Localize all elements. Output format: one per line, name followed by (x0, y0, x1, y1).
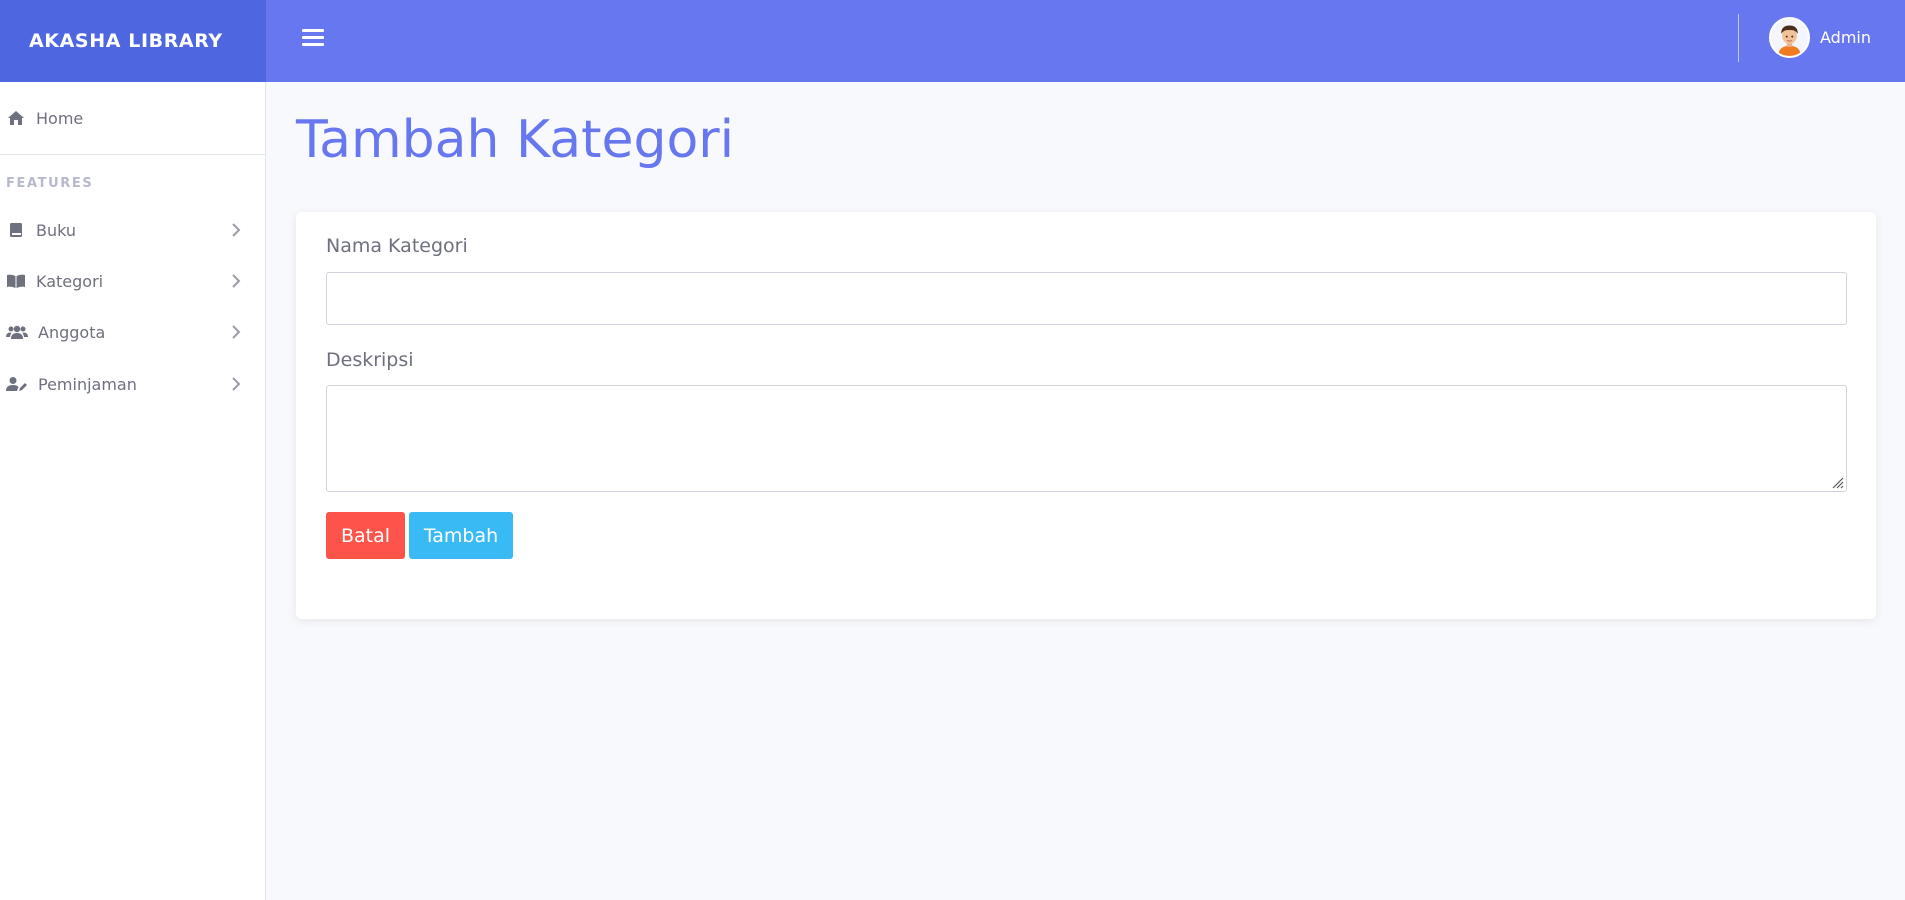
nama-kategori-label: Nama Kategori (326, 235, 468, 257)
sidebar-item-home[interactable]: Home (0, 98, 266, 138)
sidebar-item-peminjaman[interactable]: Peminjaman (0, 364, 266, 404)
sidebar-section-heading: FEATURES (6, 176, 94, 191)
nama-kategori-input[interactable] (326, 272, 1847, 325)
deskripsi-textarea[interactable] (326, 385, 1847, 492)
sidebar-item-label: Peminjaman (38, 374, 137, 394)
user-avatar-icon (1771, 18, 1808, 56)
navbar-divider (1738, 14, 1739, 62)
sidebar: Home FEATURES Buku Kategori Anggota Pemi… (0, 82, 266, 900)
avatar (1769, 16, 1810, 58)
sidebar-item-label: Buku (36, 220, 77, 240)
chevron-right-icon (232, 274, 241, 288)
chevron-right-icon (232, 325, 241, 339)
home-icon (6, 109, 26, 127)
sidebar-item-label: Home (36, 108, 84, 128)
chevron-right-icon (232, 223, 241, 237)
sidebar-item-label: Kategori (36, 271, 104, 291)
submit-button[interactable]: Tambah (409, 512, 513, 559)
sidebar-item-anggota[interactable]: Anggota (0, 312, 266, 352)
user-name: Admin (1820, 27, 1871, 47)
resize-handle-icon[interactable] (1830, 475, 1844, 489)
brand-name: AKASHA LIBRARY (29, 30, 223, 52)
cancel-button[interactable]: Batal (326, 512, 405, 559)
sidebar-divider (0, 154, 266, 155)
sidebar-item-label: Anggota (38, 322, 106, 342)
deskripsi-label: Deskripsi (326, 349, 414, 371)
users-icon (6, 323, 28, 341)
sidebar-item-buku[interactable]: Buku (0, 210, 266, 250)
user-edit-icon (6, 375, 28, 393)
book-icon (6, 221, 26, 239)
open-book-icon (6, 272, 26, 290)
top-navbar: Admin (266, 0, 1905, 82)
sidebar-item-kategori[interactable]: Kategori (0, 261, 266, 301)
hamburger-icon[interactable] (302, 29, 324, 51)
user-menu[interactable]: Admin (1769, 16, 1871, 58)
page-title: Tambah Kategori (296, 110, 735, 170)
chevron-right-icon (232, 377, 241, 391)
form-card: Nama Kategori Deskripsi Batal Tambah (296, 212, 1876, 619)
brand-logo[interactable]: AKASHA LIBRARY (0, 0, 266, 82)
